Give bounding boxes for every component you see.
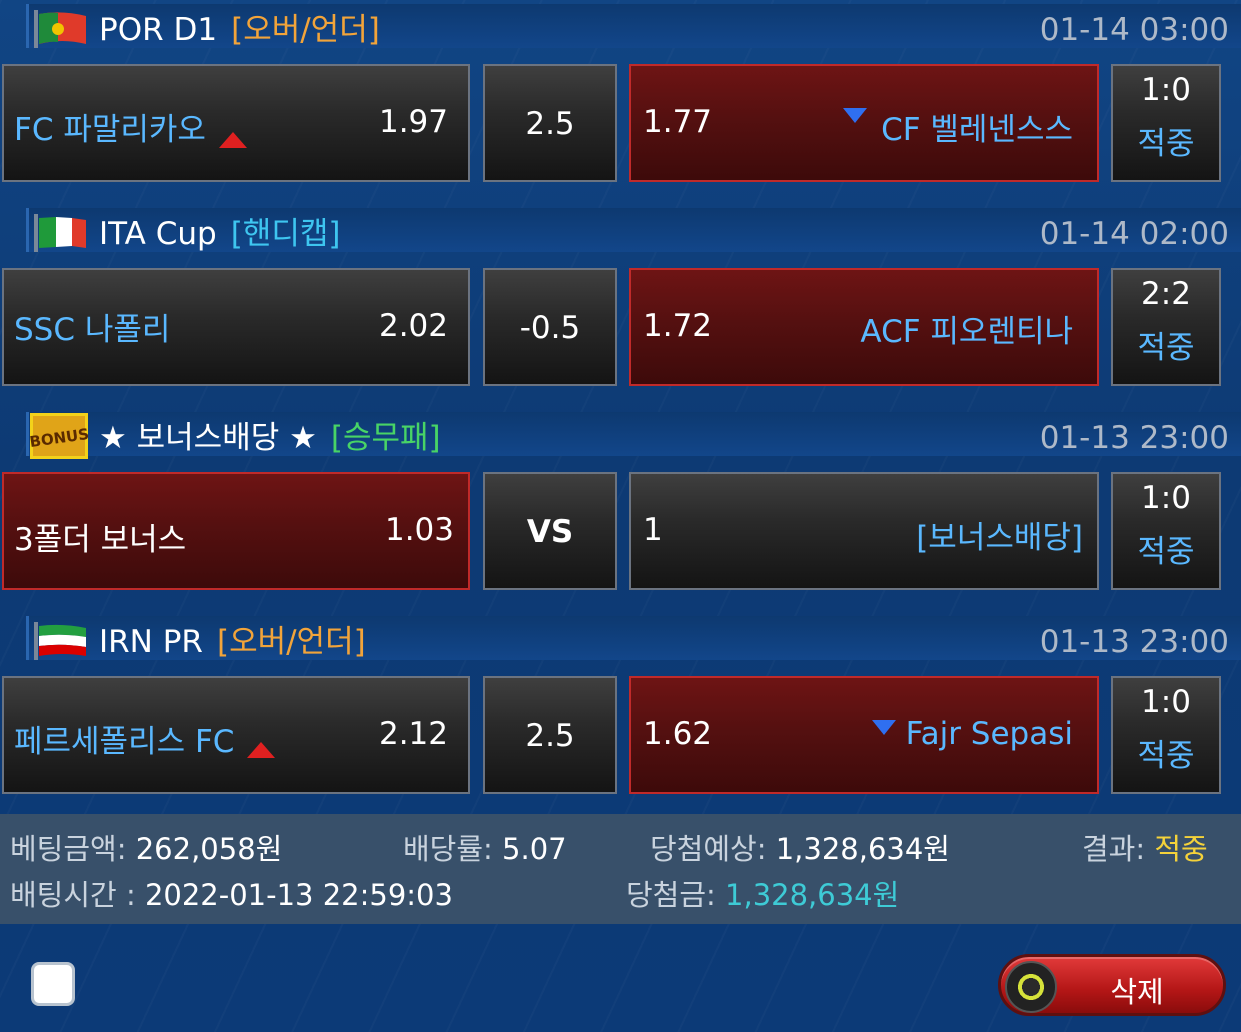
result-box: 1:0 적중 (1111, 676, 1221, 794)
toggle-knob-icon (1005, 961, 1057, 1013)
away-odds-button[interactable]: 1.62 Fajr Sepasi (629, 676, 1099, 794)
line-value-button[interactable]: -0.5 (483, 268, 617, 386)
away-odd: 1 (643, 512, 663, 548)
line-value: 2.5 (525, 106, 575, 142)
away-team-name: Fajr Sepasi (905, 716, 1073, 752)
away-team-name: ACF 피오렌티나 (860, 314, 1073, 350)
bonus-badge-icon: BONUS (29, 413, 89, 459)
odds-rate: 배당률: 5.07 (403, 832, 567, 866)
odds-down-arrow-icon (872, 720, 896, 735)
away-odds-button[interactable]: 1 [보너스배당] (629, 472, 1099, 590)
bet-result: 결과: 적중 (1082, 832, 1208, 866)
line-value-button[interactable]: 2.5 (483, 676, 617, 794)
expected-win: 당첨예상: 1,328,634원 (650, 832, 950, 866)
bet-time: 배팅시간 : 2022-01-13 22:59:03 (10, 878, 453, 912)
result-status: 적중 (1137, 126, 1195, 162)
away-team-name: [보너스배당] (916, 520, 1083, 556)
match-header: POR D1 [오버/언더] 01-14 03:00 (0, 0, 1241, 48)
result-box: 1:0 적중 (1111, 64, 1221, 182)
league-name: ★ 보너스배당 ★ [승무패] (99, 420, 441, 456)
home-odd: 1.97 (378, 104, 448, 140)
bet-amount: 베팅금액: 262,058원 (10, 832, 283, 866)
bet-type: [오버/언더] (216, 624, 366, 660)
result-status: 적중 (1137, 330, 1195, 366)
home-odd: 2.02 (378, 308, 448, 344)
bet-summary: 베팅금액: 262,058원 배당률: 5.07 당첨예상: 1,328,634… (0, 814, 1241, 924)
home-odds-button[interactable]: SSC 나폴리 2.02 (2, 268, 470, 386)
league-name: IRN PR [오버/언더] (99, 624, 366, 660)
vs-label: VS (526, 514, 574, 550)
match-header: IRN PR [오버/언더] 01-13 23:00 (0, 612, 1241, 660)
final-score: 1:0 (1141, 72, 1191, 108)
result-box: 2:2 적중 (1111, 268, 1221, 386)
line-value-button[interactable]: 2.5 (483, 64, 617, 182)
bet-type: [핸디캡] (230, 216, 341, 252)
bet-type: [오버/언더] (231, 12, 380, 48)
away-odd: 1.72 (643, 308, 713, 344)
match-time: 01-14 02:00 (1039, 216, 1229, 252)
home-team-name: 3폴더 보너스 (14, 522, 187, 558)
delete-button[interactable]: 삭제 (998, 954, 1226, 1016)
match-time: 01-14 03:00 (1039, 12, 1229, 48)
away-odds-button[interactable]: 1.77 CF 벨레넨스스 (629, 64, 1099, 182)
italy-flag-icon (34, 214, 86, 252)
away-team-name: CF 벨레넨스스 (881, 112, 1073, 148)
result-status: 적중 (1137, 738, 1195, 774)
odds-up-arrow-icon (219, 132, 247, 148)
match-time: 01-13 23:00 (1039, 420, 1229, 456)
iran-flag-icon (34, 622, 86, 660)
final-score: 1:0 (1141, 480, 1191, 516)
home-odds-button[interactable]: 3폴더 보너스 1.03 (2, 472, 470, 590)
result-status: 적중 (1137, 534, 1195, 570)
odds-down-arrow-icon (843, 108, 867, 123)
home-team-name: FC 파말리카오 (14, 112, 206, 148)
result-box: 1:0 적중 (1111, 472, 1221, 590)
delete-label: 삭제 (1110, 975, 1164, 1009)
home-odds-button[interactable]: FC 파말리카오 1.97 (2, 64, 470, 182)
home-odd: 1.03 (384, 512, 454, 548)
win-amount: 당첨금: 1,328,634원 (626, 878, 900, 912)
bet-type: [승무패] (330, 420, 441, 456)
home-odd: 2.12 (378, 716, 448, 752)
away-odds-button[interactable]: 1.72 ACF 피오렌티나 (629, 268, 1099, 386)
league-name: ITA Cup [핸디캡] (99, 216, 341, 252)
away-odd: 1.77 (643, 104, 713, 140)
final-score: 1:0 (1141, 684, 1191, 720)
portugal-flag-icon (34, 10, 86, 48)
odds-up-arrow-icon (247, 742, 275, 758)
line-value: -0.5 (519, 310, 581, 346)
away-odd: 1.62 (643, 716, 713, 752)
home-team-name: SSC 나폴리 (14, 312, 171, 348)
final-score: 2:2 (1141, 276, 1191, 312)
select-checkbox[interactable] (31, 962, 75, 1006)
home-team-name: 페르세폴리스 FC (14, 724, 235, 760)
match-time: 01-13 23:00 (1039, 624, 1229, 660)
match-header: ITA Cup [핸디캡] 01-14 02:00 (0, 204, 1241, 252)
league-name: POR D1 [오버/언더] (99, 12, 380, 48)
line-value: 2.5 (525, 718, 575, 754)
home-odds-button[interactable]: 페르세폴리스 FC 2.12 (2, 676, 470, 794)
vs-label-button[interactable]: VS (483, 472, 617, 590)
match-header: BONUS ★ 보너스배당 ★ [승무패] 01-13 23:00 (0, 408, 1241, 459)
